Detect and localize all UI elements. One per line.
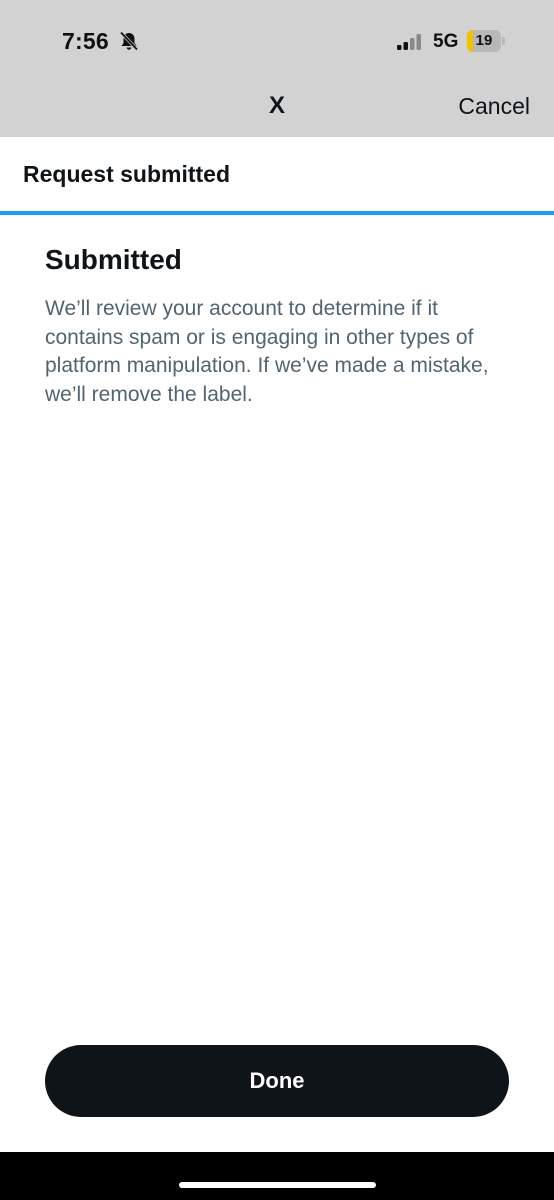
battery-level: 19: [475, 32, 493, 49]
progress-fill: [0, 211, 554, 215]
status-time: 7:56: [62, 28, 109, 54]
top-bar: 7:56 5G 19 X Cancel: [0, 0, 554, 137]
bell-slash-icon: [119, 31, 139, 51]
section-body: We’ll review your account to determine i…: [45, 297, 489, 406]
home-bar: [0, 1152, 554, 1200]
battery-icon: 19: [467, 30, 505, 52]
signal-icon: [397, 34, 421, 50]
done-button[interactable]: Done: [45, 1045, 509, 1117]
progress-bar: [0, 211, 554, 215]
section-heading: Submitted: [45, 244, 182, 275]
page-title: Request submitted: [23, 161, 231, 187]
cancel-button[interactable]: Cancel: [458, 93, 530, 120]
page-header: Request submitted: [0, 137, 554, 213]
home-indicator[interactable]: [179, 1182, 376, 1188]
x-logo: X: [268, 92, 285, 119]
network-label: 5G: [433, 31, 459, 52]
